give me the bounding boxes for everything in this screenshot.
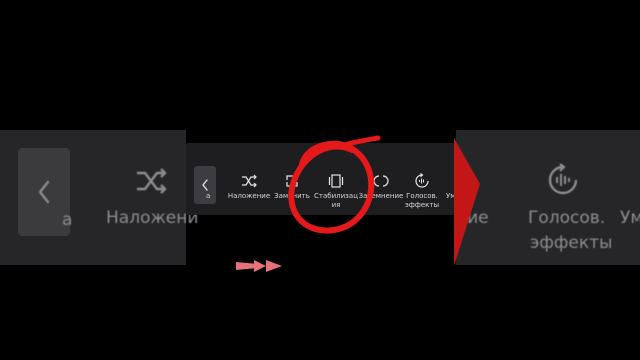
double-arrow-annotation [236,260,282,272]
tool-voice-effects-label: Голосов. эффекты [405,192,439,209]
tool-overlay-label: Наложение [227,192,271,200]
background-voice-label-1: Голосов. [528,208,606,228]
hidden-tool-fragment: а [206,192,211,200]
tool-voice-effects[interactable]: Голосов. эффекты [402,170,442,214]
background-overlay-label: Наложени [106,208,199,228]
red-wedge-annotation [454,138,480,266]
shuffle-icon [242,174,257,188]
chevron-left-icon [202,179,208,191]
background-voice-effects-icon [548,163,578,195]
background-cut-label: Ум [620,208,640,228]
background-shuffle-icon [137,168,167,194]
red-circle-annotation [288,135,381,234]
voice-effects-icon [415,173,429,188]
back-button[interactable] [194,166,216,204]
background-fragment-label: а [62,210,73,230]
background-voice-label-2: эффекты [530,233,613,253]
tool-overlay[interactable]: Наложение [226,170,272,206]
